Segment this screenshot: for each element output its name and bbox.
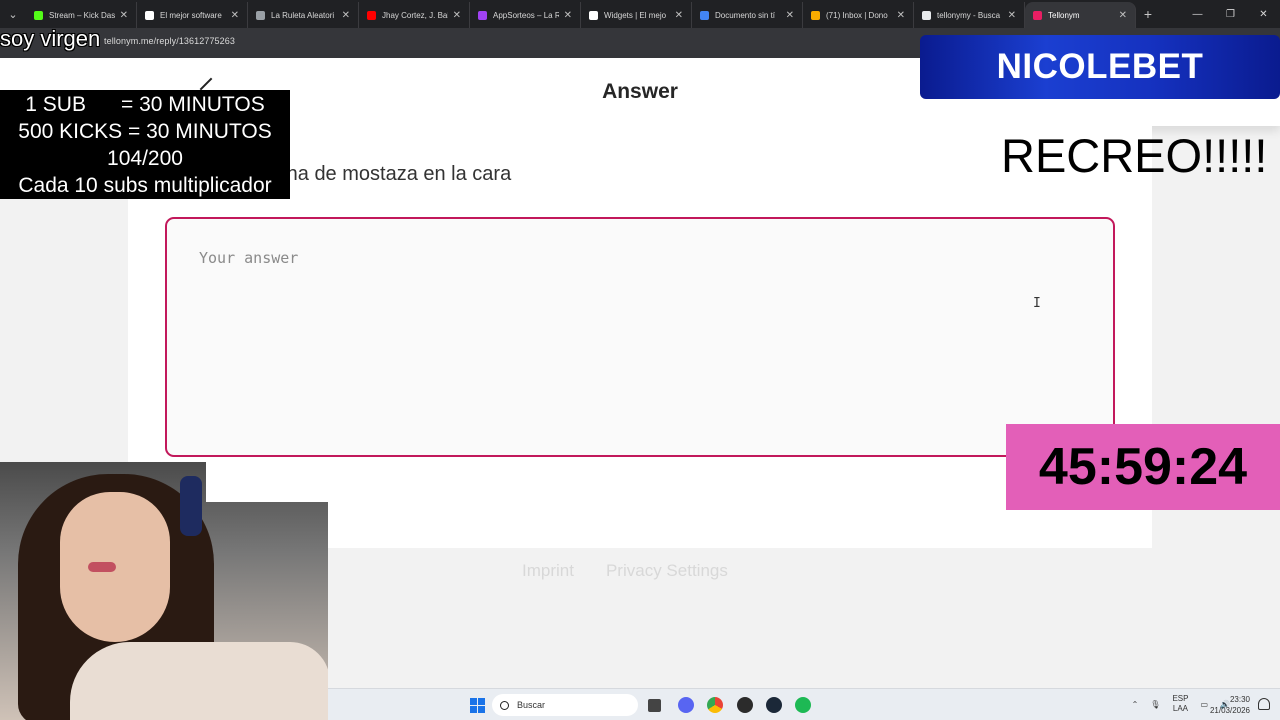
tab-close-icon[interactable]: ✕	[1008, 10, 1016, 21]
notification-bell-icon[interactable]	[1258, 698, 1270, 710]
tab-title: AppSorteos – La R	[493, 10, 559, 20]
privacy-settings-link[interactable]: Privacy Settings	[606, 561, 728, 581]
microphone-icon[interactable]: 🎙	[1150, 700, 1160, 709]
browser-tab[interactable]: Stream – Kick Das ✕	[26, 2, 137, 28]
rule-line: 1 SUB = 30 MINUTOS	[25, 93, 265, 116]
taskbar-search-label: Buscar	[517, 700, 546, 710]
search-icon	[500, 700, 509, 710]
tab-favicon-icon	[34, 10, 43, 20]
tab-close-icon[interactable]: ✕	[786, 10, 794, 21]
network-icon[interactable]: ▭	[1200, 700, 1208, 709]
tab-title: Widgets | El mejo	[604, 10, 667, 20]
tab-favicon-icon	[1033, 10, 1042, 20]
browser-tab[interactable]: AppSorteos – La R ✕	[470, 2, 581, 28]
clock-date: 21/03/2026	[1209, 706, 1250, 715]
windows-start-icon[interactable]	[470, 698, 485, 713]
streamer-lips	[88, 562, 116, 572]
close-window-icon[interactable]: ✕	[1247, 0, 1280, 28]
brand-logo: NICOLEBET	[920, 35, 1280, 99]
page-title: Answer	[602, 80, 678, 103]
browser-tab[interactable]: El mejor software ✕	[137, 2, 248, 28]
tab-title: La Ruleta Aleatori	[271, 10, 335, 20]
file-explorer-icon[interactable]	[648, 699, 661, 712]
window-controls: — ❐ ✕	[1181, 0, 1280, 28]
footer-links: Imprint Privacy Settings	[522, 561, 728, 581]
rule-line: 104/200	[107, 147, 183, 170]
tab-favicon-icon	[367, 10, 376, 20]
subathon-rules-overlay: 1 SUB = 30 MINUTOS 500 KICKS = 30 MINUTO…	[0, 90, 290, 199]
browser-tab-strip: ⌄ Stream – Kick Das ✕ El mejor software ✕ La…	[0, 0, 1280, 28]
tab-favicon-icon	[589, 10, 598, 20]
url-field[interactable]: tellonym.me/reply/13612775263	[104, 36, 235, 46]
tab-close-icon[interactable]: ✕	[231, 10, 239, 21]
tab-title: Tellonym	[1048, 10, 1080, 20]
taskbar-search[interactable]: Buscar	[492, 694, 638, 716]
recreo-banner: RECREO!!!!!	[1001, 129, 1268, 182]
tab-close-icon[interactable]: ✕	[1119, 10, 1127, 21]
rule-line: Cada 10 subs multiplicador	[18, 174, 272, 197]
browser-tab[interactable]: (71) Inbox | Dono ✕	[803, 2, 914, 28]
language-code: ESP	[1172, 694, 1189, 703]
steam-icon[interactable]	[766, 697, 782, 713]
browser-tab[interactable]: Tellonym ✕	[1025, 2, 1136, 28]
keyboard-layout: LAA	[1172, 704, 1189, 713]
new-tab-button[interactable]: +	[1136, 0, 1160, 28]
chrome-icon[interactable]	[707, 697, 723, 713]
tab-title: Documento sin tí	[715, 10, 776, 20]
taskbar-clock[interactable]: 23:30 21/03/2026	[1210, 694, 1250, 716]
screen: ⌄ Stream – Kick Das ✕ El mejor software ✕ La…	[0, 0, 1280, 720]
close-icon[interactable]	[198, 76, 213, 91]
tab-title: tellonymy - Busca	[937, 10, 1001, 20]
chevron-up-icon[interactable]: ⌃	[1132, 700, 1139, 709]
answer-textarea[interactable]	[165, 217, 1115, 457]
discord-icon[interactable]	[678, 697, 694, 713]
windows-taskbar: Buscar ⌃ 🎙 ESP LAA ▭ 🔊 23:30 21/03/2026	[328, 688, 1280, 720]
spotify-icon[interactable]	[795, 697, 811, 713]
tab-close-icon[interactable]: ✕	[120, 10, 128, 21]
subathon-timer: 45:59:24	[1006, 424, 1280, 510]
tab-close-icon[interactable]: ✕	[675, 10, 683, 21]
tab-close-icon[interactable]: ✕	[564, 10, 572, 21]
text-cursor-icon: I	[1033, 296, 1041, 311]
tab-close-icon[interactable]: ✕	[453, 10, 461, 21]
tab-favicon-icon	[145, 10, 154, 20]
browser-tab[interactable]: Jhay Cortez, J. Bal ✕	[359, 2, 470, 28]
tab-title: El mejor software	[160, 10, 222, 20]
browser-tab[interactable]: Widgets | El mejo ✕	[581, 2, 692, 28]
tab-title: (71) Inbox | Dono	[826, 10, 888, 20]
streamer-shirt	[70, 642, 328, 720]
tab-search-menu-icon[interactable]: ⌄	[0, 0, 26, 28]
tab-close-icon[interactable]: ✕	[342, 10, 350, 21]
obs-icon[interactable]	[737, 697, 753, 713]
tab-title: Jhay Cortez, J. Bal	[382, 10, 448, 20]
tab-favicon-icon	[811, 10, 820, 20]
tab-favicon-icon	[256, 10, 265, 20]
browser-tab[interactable]: tellonymy - Busca ✕	[914, 2, 1025, 28]
browser-tab[interactable]: La Ruleta Aleatori ✕	[248, 2, 359, 28]
browser-tab[interactable]: Documento sin tí ✕	[692, 2, 803, 28]
minimize-icon[interactable]: —	[1181, 0, 1214, 28]
language-indicator[interactable]: ESP LAA	[1172, 694, 1188, 714]
tab-favicon-icon	[478, 10, 487, 20]
tab-close-icon[interactable]: ✕	[897, 10, 905, 21]
overlay-caption: soy virgen	[0, 26, 101, 51]
wall-poster	[206, 462, 328, 502]
tab-title: Stream – Kick Das	[49, 10, 115, 20]
headset-icon	[180, 476, 202, 536]
imprint-link[interactable]: Imprint	[522, 561, 574, 581]
clock-time: 23:30	[1229, 695, 1250, 704]
rule-line: 500 KICKS = 30 MINUTOS	[18, 120, 272, 143]
webcam-feed	[0, 462, 328, 720]
tab-favicon-icon	[922, 10, 931, 20]
restore-icon[interactable]: ❐	[1214, 0, 1247, 28]
tab-favicon-icon	[700, 10, 709, 20]
